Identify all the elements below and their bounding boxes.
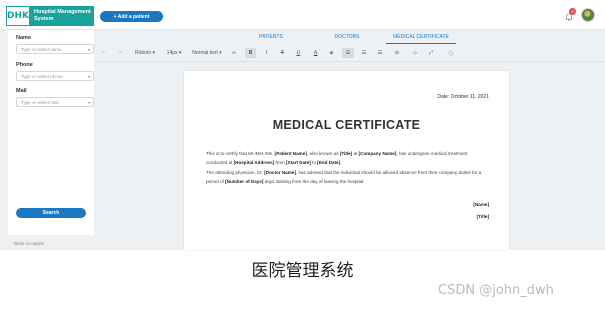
filter-sidebar: Name Type or select name ▾ Phone Type or… bbox=[8, 30, 94, 235]
font-size-select[interactable]: 14px ▾ bbox=[164, 48, 184, 58]
logo-title: Hospital Management System bbox=[33, 9, 91, 22]
signature-name: [Name] bbox=[473, 202, 489, 207]
doctor-name-field: [Doctor Name] bbox=[264, 170, 296, 175]
phone-input[interactable]: Type or select phone ▾ bbox=[16, 71, 94, 81]
text-color-icon[interactable]: A bbox=[311, 48, 320, 58]
underline-icon[interactable]: U bbox=[294, 48, 303, 58]
number-of-days-field: [Number of Days] bbox=[225, 178, 264, 184]
notification-badge: 9 bbox=[569, 8, 576, 15]
tab-patients[interactable]: PATIENTS bbox=[246, 30, 296, 44]
p2-text: The attending physician, Dr. bbox=[206, 170, 265, 175]
company-name-field: [Company Name] bbox=[358, 151, 397, 156]
mail-input[interactable]: Type or select mail ▾ bbox=[16, 97, 94, 107]
end-date-field: [End Date] bbox=[317, 159, 341, 165]
bold-icon[interactable]: B bbox=[245, 48, 256, 58]
search-button[interactable]: Search bbox=[16, 208, 86, 218]
signature-title: [Title] bbox=[476, 214, 489, 219]
paragraph-2: The attending physician, Dr. [Doctor Nam… bbox=[206, 169, 486, 186]
caption: 医院管理系统 bbox=[251, 261, 354, 281]
editor-toolbar: ↶ ↷ Roboto ▾ 14px ▾ Normal text ▾ ∞ B I … bbox=[96, 44, 605, 62]
link-icon[interactable]: ⊘ bbox=[392, 48, 402, 58]
hospital-address-field: [Hospital Address] bbox=[233, 159, 275, 165]
name-label: Name bbox=[16, 35, 31, 41]
phone-placeholder: Type or select phone bbox=[21, 73, 63, 79]
p1-text: from bbox=[274, 159, 287, 165]
top-bar: DHK Hospital Management System + Add a p… bbox=[0, 0, 605, 30]
chevron-down-icon: ▾ bbox=[87, 74, 90, 79]
tab-medical-certificate[interactable]: MEDICAL CERTIFICATE bbox=[386, 30, 456, 44]
p1-text: . bbox=[340, 159, 342, 165]
font-family-select[interactable]: Roboto ▾ bbox=[133, 48, 157, 58]
italic-icon[interactable]: I bbox=[262, 48, 271, 58]
mail-label: Mail bbox=[16, 88, 27, 94]
chevron-down-icon: ▾ bbox=[219, 50, 222, 56]
avatar[interactable] bbox=[581, 8, 595, 22]
undo-icon[interactable]: ↶ bbox=[100, 48, 108, 58]
start-date-field: [Start Date] bbox=[286, 159, 311, 165]
text-style-value: Normal text bbox=[192, 50, 218, 56]
info-icon[interactable]: ⓘ bbox=[446, 48, 456, 58]
tab-bar: PATIENTS DOCTORS MEDICAL CERTIFICATE bbox=[216, 30, 456, 44]
add-patient-button[interactable]: + Add a patient bbox=[100, 11, 163, 22]
font-size-value: 14px bbox=[166, 50, 178, 56]
highlight-icon[interactable]: ◈ bbox=[327, 48, 336, 58]
align-right-icon[interactable]: ☰ bbox=[375, 48, 385, 58]
mail-placeholder: Type or select mail bbox=[21, 99, 59, 105]
redo-icon[interactable]: ↷ bbox=[116, 48, 124, 58]
document-date: Date: October 11, 2021 bbox=[437, 94, 489, 100]
chevron-down-icon: ▾ bbox=[87, 47, 90, 52]
title-field: [Title] bbox=[339, 151, 353, 156]
patient-name-field: [Patient Name] bbox=[274, 151, 307, 156]
align-center-icon[interactable]: ☰ bbox=[359, 48, 369, 58]
chevron-down-icon: ▾ bbox=[152, 50, 156, 56]
text-style-select[interactable]: Normal text ▾ bbox=[189, 48, 225, 58]
strikethrough-icon[interactable]: T bbox=[278, 48, 287, 58]
certificate-document[interactable]: Date: October 11, 2021 MEDICAL CERTIFICA… bbox=[184, 71, 509, 250]
p1-text: This is to certify that Mr./Mrs./Ms. bbox=[206, 151, 275, 156]
name-input[interactable]: Type or select name ▾ bbox=[16, 44, 94, 54]
beds-occupied-label: Beds occupied bbox=[14, 241, 44, 246]
fullscreen-icon[interactable]: ⤢ bbox=[426, 48, 436, 58]
align-left-icon[interactable]: ☰ bbox=[342, 48, 354, 58]
tab-doctors[interactable]: DOCTORS bbox=[322, 30, 372, 44]
app-window: DHK Hospital Management System + Add a p… bbox=[0, 0, 605, 250]
chevron-down-icon: ▾ bbox=[178, 50, 182, 56]
phone-label: Phone bbox=[16, 62, 33, 68]
p2-text: days starting from the day of leaving th… bbox=[263, 178, 365, 184]
name-placeholder: Type or select name bbox=[21, 46, 62, 52]
p1-text: , also known as bbox=[306, 151, 340, 156]
more-icon[interactable]: ∞ bbox=[230, 48, 238, 58]
chevron-down-icon: ▾ bbox=[87, 100, 90, 105]
app-logo[interactable]: DHK Hospital Management System bbox=[6, 6, 94, 26]
document-title: MEDICAL CERTIFICATE bbox=[272, 118, 421, 132]
eraser-icon[interactable]: ◇ bbox=[410, 48, 420, 58]
paragraph-1: This is to certify that Mr./Mrs./Ms. [Pa… bbox=[206, 150, 486, 167]
font-family-value: Roboto bbox=[134, 50, 152, 56]
watermark: CSDN @john_dwh bbox=[438, 283, 554, 298]
logo-mark: DHK bbox=[6, 6, 30, 26]
